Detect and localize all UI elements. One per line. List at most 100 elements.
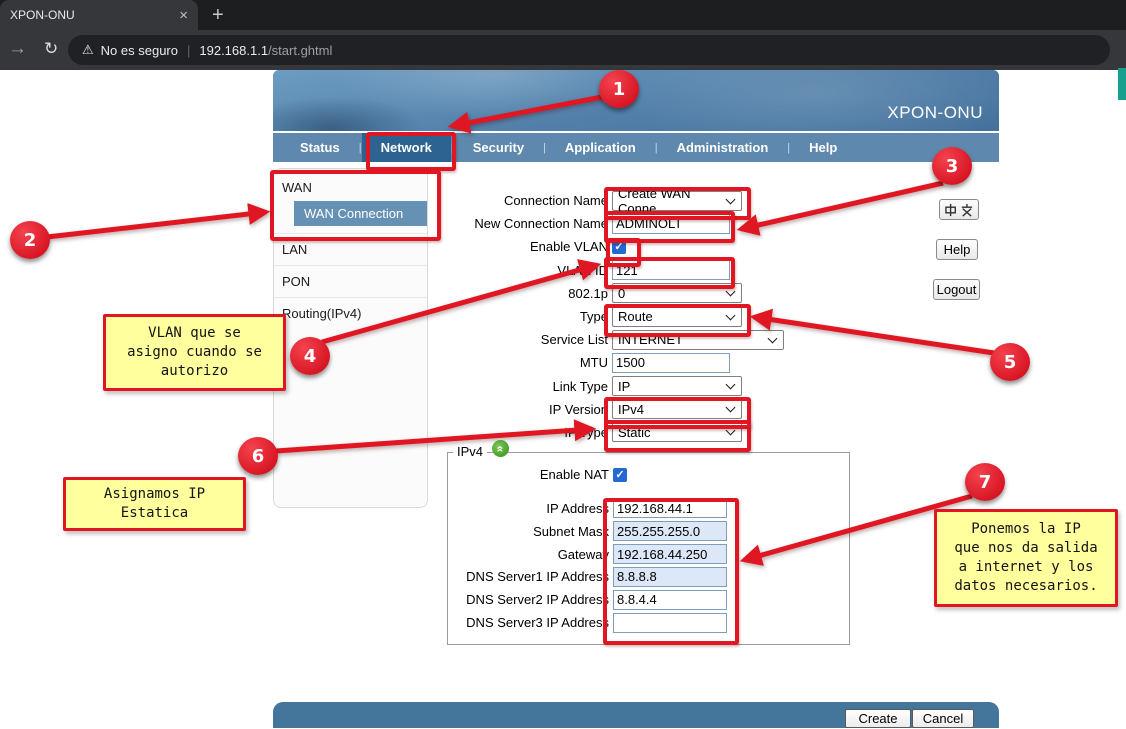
- sidebar-item-lan[interactable]: LAN: [274, 233, 427, 265]
- note-static-ip-line: Estatica: [121, 504, 188, 523]
- connection-name-value: Create WAN Conne: [618, 186, 727, 216]
- type-label: Type: [430, 309, 612, 324]
- create-button[interactable]: Create: [845, 709, 911, 728]
- row-enable-vlan: Enable VLAN✓: [430, 235, 870, 258]
- nav-tab-administration[interactable]: Administration: [658, 133, 788, 162]
- nav-tab-network[interactable]: Network: [362, 133, 451, 162]
- ip-version-select[interactable]: IPv4: [612, 399, 742, 419]
- collapse-icon[interactable]: «: [492, 440, 509, 457]
- chevron-down-icon: [726, 403, 736, 413]
- chevron-down-icon: [726, 426, 736, 436]
- row-dns-server2-ip-address: DNS Server2 IP Address: [448, 588, 849, 611]
- subnet-mask-input[interactable]: [613, 521, 727, 541]
- row-new-connection-name: New Connection Name: [430, 212, 870, 235]
- vlan-id-input[interactable]: [612, 260, 730, 280]
- cancel-button[interactable]: Cancel: [912, 709, 974, 728]
- nav-tab-security[interactable]: Security: [454, 133, 543, 162]
- row-ip-version: IP Version IPv4: [430, 398, 870, 421]
- connection-name-select[interactable]: Create WAN Conne: [612, 191, 742, 211]
- logout-button[interactable]: Logout: [933, 279, 980, 300]
- browser-tab[interactable]: XPON-ONU ×: [0, 0, 198, 30]
- url-divider: |: [187, 43, 190, 58]
- dns-server3-ip-address-input[interactable]: [613, 613, 727, 633]
- service-list-select[interactable]: INTERNET: [612, 330, 784, 350]
- reload-icon[interactable]: ↻: [44, 39, 58, 59]
- dns-server1-ip-address-label: DNS Server1 IP Address: [448, 569, 613, 584]
- new-tab-icon[interactable]: +: [212, 3, 224, 27]
- dns-server2-ip-address-input[interactable]: [613, 590, 727, 610]
- new-connection-name-label: New Connection Name: [430, 216, 612, 231]
- link-type-select[interactable]: IP: [612, 376, 742, 396]
- app-banner: XPON-ONU: [273, 70, 999, 133]
- note-wan-ip-line: Ponemos la IP: [971, 520, 1081, 539]
- sidebar-item-routing-ipv4[interactable]: Routing(IPv4): [274, 297, 427, 329]
- enable-vlan-checkbox[interactable]: ✓: [612, 240, 626, 254]
- enable-nat-checkbox[interactable]: ✓: [613, 468, 627, 482]
- note-vlan-line: asigno cuando se: [127, 343, 262, 362]
- 802-1p-label: 802.1p: [430, 286, 612, 301]
- sidebar-item-wan-connection[interactable]: WAN Connection: [294, 201, 427, 226]
- step-marker-7: 7: [965, 463, 1005, 501]
- chevron-down-icon: [726, 310, 736, 320]
- ip-version-label: IP Version: [430, 402, 612, 417]
- collapse-glyph: «: [496, 445, 506, 452]
- step-marker-2: 2: [10, 221, 50, 259]
- row-link-type: Link TypeIP: [430, 375, 870, 398]
- type-select[interactable]: Route: [612, 307, 742, 327]
- ip-type-label: IP Type: [430, 425, 612, 440]
- wan-connection-form: Connection NameCreate WAN ConneNew Conne…: [430, 189, 870, 444]
- help-button[interactable]: Help: [936, 239, 978, 260]
- link-type-label: Link Type: [430, 379, 612, 394]
- not-secure-label: No es seguro: [101, 43, 178, 58]
- gateway-input[interactable]: [613, 544, 727, 564]
- security-warning-icon[interactable]: ⚠: [82, 42, 94, 58]
- ip-version-value: IPv4: [618, 402, 644, 417]
- forward-icon[interactable]: →: [8, 38, 27, 60]
- ipv4-legend: IPv4: [453, 444, 487, 459]
- dns-server1-ip-address-input[interactable]: [613, 567, 727, 587]
- sidebar-group-wan[interactable]: WAN: [274, 169, 427, 201]
- service-list-value: INTERNET: [618, 332, 683, 347]
- chevron-down-icon: [768, 333, 778, 343]
- nav-tab-help[interactable]: Help: [790, 133, 856, 162]
- enable-nat-label: Enable NAT: [448, 467, 613, 482]
- vlan-id-label: VLAN ID: [430, 263, 612, 278]
- row-802-1p: 802.1p0: [430, 282, 870, 305]
- dns-server2-ip-address-label: DNS Server2 IP Address: [448, 592, 613, 607]
- chevron-down-icon: [726, 194, 736, 204]
- ip-type-select[interactable]: Static: [612, 422, 742, 442]
- step-marker-5: 5: [990, 343, 1030, 381]
- row-ip-address: IP Address: [448, 497, 849, 520]
- gateway-label: Gateway: [448, 547, 613, 562]
- row-gateway: Gateway: [448, 543, 849, 566]
- nav-tab-application[interactable]: Application: [546, 133, 655, 162]
- note-wan-ip: Ponemos la IPque nos da salidaa internet…: [934, 509, 1118, 607]
- mtu-input[interactable]: [612, 353, 730, 373]
- note-static-ip-line: Asignamos IP: [104, 485, 205, 504]
- new-connection-name-input[interactable]: [612, 214, 730, 234]
- chinese-button[interactable]: [939, 199, 979, 220]
- url-path: /start.ghtml: [268, 43, 332, 58]
- note-vlan: VLAN que seasigno cuando seautorizo: [103, 314, 286, 391]
- enable-nat-row: Enable NAT ✓: [448, 467, 849, 482]
- browser-tab-bar: XPON-ONU × +: [0, 0, 1126, 30]
- app-title: XPON-ONU: [887, 103, 983, 123]
- tab-title: XPON-ONU: [10, 8, 179, 22]
- sidebar-item-pon[interactable]: PON: [274, 265, 427, 297]
- note-wan-ip-line: a internet y los: [959, 558, 1094, 577]
- browser-toolbar: → ↻ ⚠ No es seguro | 192.168.1.1 /start.…: [0, 30, 1126, 70]
- tab-close-icon[interactable]: ×: [179, 8, 188, 23]
- row-service-list: Service List INTERNET: [430, 328, 870, 351]
- note-wan-ip-line: que nos da salida: [954, 539, 1097, 558]
- nav-tab-status[interactable]: Status: [281, 133, 359, 162]
- mtu-label: MTU: [430, 355, 612, 370]
- address-bar[interactable]: ⚠ No es seguro | 192.168.1.1 /start.ghtm…: [68, 35, 1110, 65]
- row-dns-server3-ip-address: DNS Server3 IP Address: [448, 611, 849, 634]
- 802-1p-select[interactable]: 0: [612, 283, 742, 303]
- subnet-mask-label: Subnet Mask: [448, 524, 613, 539]
- row-type: TypeRoute: [430, 305, 870, 328]
- ip-address-input[interactable]: [613, 498, 727, 518]
- connection-name-label: Connection Name: [430, 193, 612, 208]
- service-list-label: Service List: [430, 332, 612, 347]
- row-vlan-id: VLAN ID: [430, 259, 870, 282]
